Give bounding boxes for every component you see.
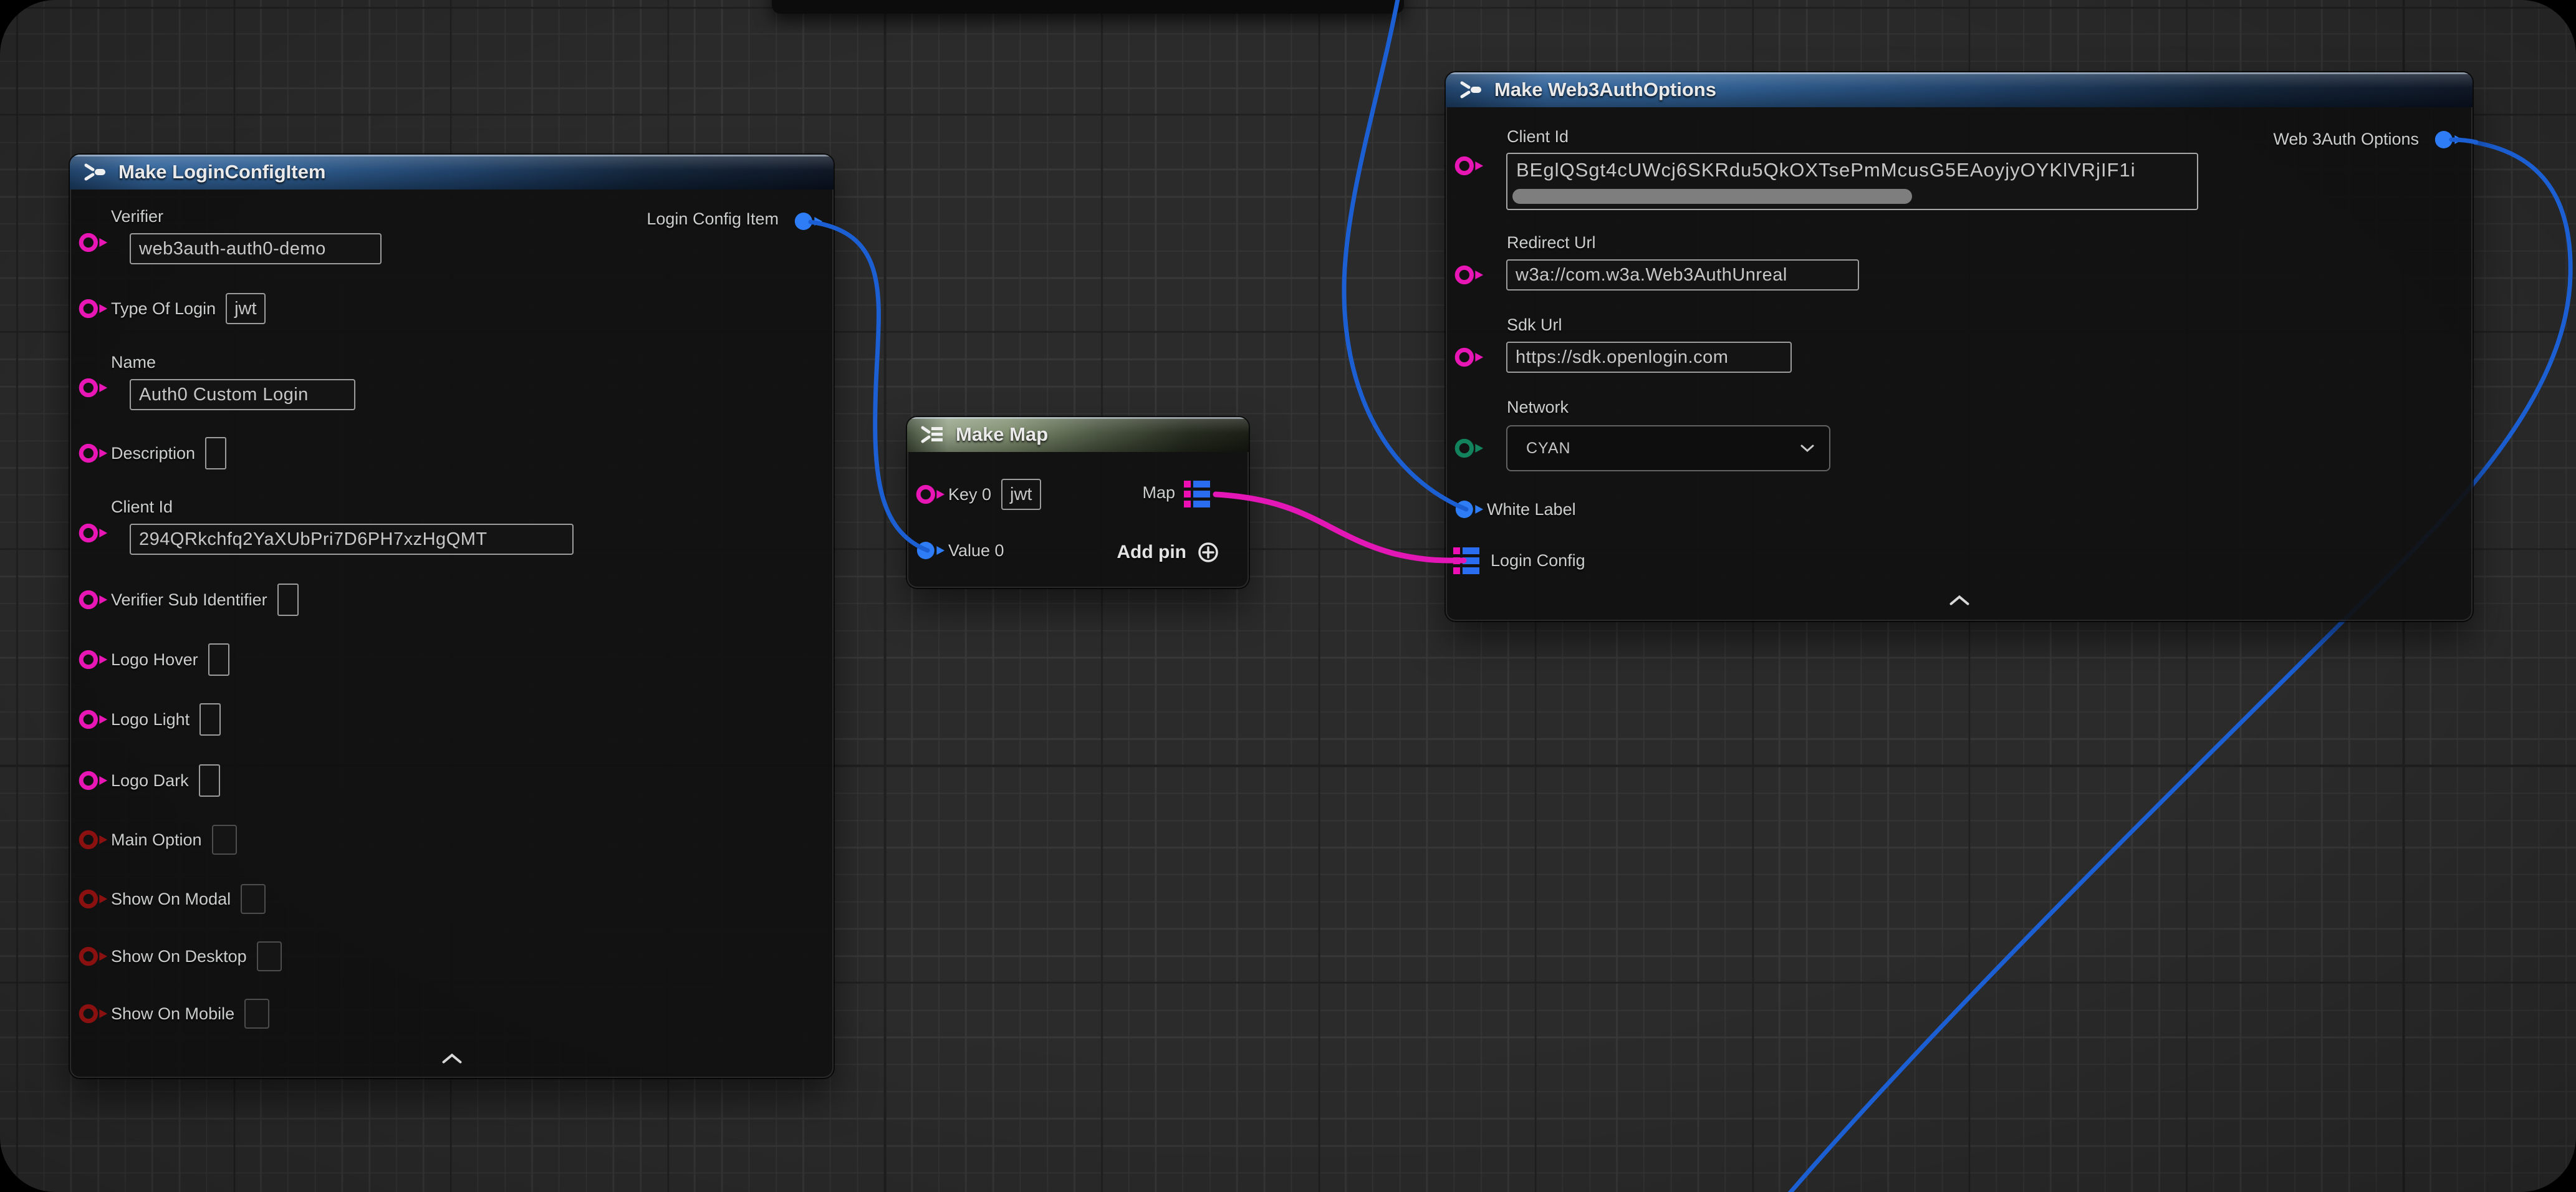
pin-label-sdk-url: Sdk Url xyxy=(1507,315,1562,335)
show-on-modal-checkbox[interactable] xyxy=(241,884,266,914)
string-pin-icon-sdk-url[interactable] xyxy=(1453,344,1486,370)
pin-label-verifier-sub-identifier: Verifier Sub Identifier xyxy=(111,590,267,610)
enum-pin-icon-network[interactable] xyxy=(1453,435,1486,461)
output-pin-label: Login Config Item xyxy=(646,209,779,229)
chevron-down-icon xyxy=(1800,445,1814,452)
pin-label-verifier: Verifier xyxy=(111,207,163,226)
string-pin-icon-type-of-login[interactable] xyxy=(77,296,110,322)
bool-pin-icon-show-on-mobile[interactable] xyxy=(77,1001,110,1027)
string-pin-icon-redirect-url[interactable] xyxy=(1453,262,1486,288)
map-pin-icon-login-config[interactable] xyxy=(1452,546,1483,577)
node-make-map[interactable]: Make Map Key 0 jwt Map Value 0 Add pin xyxy=(907,417,1249,588)
pin-label-show-on-modal: Show On Modal xyxy=(111,890,231,909)
pin-label-login-config: Login Config xyxy=(1491,551,1585,570)
collapse-chevron-icon[interactable] xyxy=(1949,595,1970,606)
verifier-input[interactable]: web3auth-auth0-demo xyxy=(130,233,382,264)
make-struct-icon xyxy=(82,161,107,183)
add-pin-label: Add pin xyxy=(1117,542,1186,563)
struct-pin-icon-value0[interactable] xyxy=(915,537,947,564)
pin-label-type-of-login: Type Of Login xyxy=(111,299,216,319)
node-header-make-map[interactable]: Make Map xyxy=(907,417,1249,452)
pin-label-white-label: White Label xyxy=(1487,500,1576,519)
pin-label-logo-hover: Logo Hover xyxy=(111,650,198,670)
add-pin-button[interactable]: Add pin xyxy=(1117,541,1220,564)
bool-pin-icon-show-on-desktop[interactable] xyxy=(77,943,110,969)
client-id-input[interactable]: 294QRkchfq2YaXUbPri7D6PH7xzHgQMT xyxy=(130,524,574,555)
logo-dark-input[interactable] xyxy=(199,764,220,797)
logo-hover-input[interactable] xyxy=(208,643,229,676)
node-title: Make LoginConfigItem xyxy=(118,161,325,183)
pin-label-logo-light: Logo Light xyxy=(111,710,190,729)
bool-pin-icon-show-on-modal[interactable] xyxy=(77,886,110,912)
graph-canvas[interactable]: Make LoginConfigItem Login Config Item V… xyxy=(0,0,2576,1192)
make-map-icon xyxy=(920,424,944,445)
map-pin-icon-map-out[interactable] xyxy=(1183,479,1214,510)
add-pin-plus-icon xyxy=(1196,541,1220,564)
pin-label-redirect-url: Redirect Url xyxy=(1507,233,1596,252)
string-pin-icon-verifier[interactable] xyxy=(77,229,110,256)
string-pin-icon-client-id[interactable] xyxy=(77,520,110,546)
make-struct-icon xyxy=(1458,79,1483,100)
string-pin-icon-logo-dark[interactable] xyxy=(77,767,110,794)
node-header-make-loginconfigitem[interactable]: Make LoginConfigItem xyxy=(70,155,834,190)
client-id-text: BEglQSgt4cUWcj6SKRdu5QkOXTsePmMcusG5EAoy… xyxy=(1516,159,2192,181)
node-title: Make Map xyxy=(956,423,1048,446)
pin-label-network: Network xyxy=(1507,398,1569,417)
node-header-make-web3authoptions[interactable]: Make Web3AuthOptions xyxy=(1446,72,2473,107)
pin-label-logo-dark: Logo Dark xyxy=(111,771,189,791)
string-pin-icon-client-id[interactable] xyxy=(1453,153,1486,179)
name-input[interactable]: Auth0 Custom Login xyxy=(130,379,355,410)
key0-input[interactable]: jwt xyxy=(1001,479,1040,510)
string-pin-icon-verifier-sub-identifier[interactable] xyxy=(77,587,110,613)
network-dropdown-value: CYAN xyxy=(1526,440,1571,458)
pin-label-value0: Value 0 xyxy=(948,541,1004,560)
output-pin-label: Web 3Auth Options xyxy=(2273,130,2419,149)
verifier-sub-identifier-input[interactable] xyxy=(277,584,299,616)
node-title: Make Web3AuthOptions xyxy=(1494,79,1716,101)
pin-label-client-id: Client Id xyxy=(111,497,173,517)
client-id-scrollbar[interactable] xyxy=(1512,189,1912,204)
pin-label-name: Name xyxy=(111,353,156,372)
string-pin-icon-logo-light[interactable] xyxy=(77,706,110,733)
node-make-loginconfigitem[interactable]: Make LoginConfigItem Login Config Item V… xyxy=(70,155,834,1078)
node-make-web3authoptions[interactable]: Make Web3AuthOptions Web 3Auth Options C… xyxy=(1446,72,2473,621)
string-pin-icon-name[interactable] xyxy=(77,375,110,401)
sdk-url-input[interactable]: https://sdk.openlogin.com xyxy=(1506,342,1792,373)
pin-label-show-on-desktop: Show On Desktop xyxy=(111,947,247,966)
description-input[interactable] xyxy=(205,437,226,469)
bool-pin-icon-main-option[interactable] xyxy=(77,827,110,853)
main-option-checkbox[interactable] xyxy=(212,825,237,855)
pin-label-show-on-mobile: Show On Mobile xyxy=(111,1004,234,1024)
show-on-mobile-checkbox[interactable] xyxy=(244,999,269,1029)
logo-light-input[interactable] xyxy=(199,703,221,736)
type-of-login-input[interactable]: jwt xyxy=(226,293,265,324)
show-on-desktop-checkbox[interactable] xyxy=(257,941,282,971)
client-id-input[interactable]: BEglQSgt4cUWcj6SKRdu5QkOXTsePmMcusG5EAoy… xyxy=(1506,153,2198,210)
pin-label-key0: Key 0 xyxy=(948,485,991,504)
redirect-url-input[interactable]: w3a://com.w3a.Web3AuthUnreal xyxy=(1506,259,1859,291)
struct-pin-icon-login-config-item-out[interactable] xyxy=(792,208,825,234)
network-dropdown[interactable]: CYAN xyxy=(1506,425,1830,471)
struct-pin-icon-web3auth-options-out[interactable] xyxy=(2433,127,2465,153)
pin-label-client-id: Client Id xyxy=(1507,127,1569,147)
string-pin-icon-description[interactable] xyxy=(77,440,110,466)
pin-label-main-option: Main Option xyxy=(111,830,202,850)
output-pin-label-map: Map xyxy=(1142,483,1175,502)
collapse-chevron-icon[interactable] xyxy=(441,1053,463,1064)
pin-label-description: Description xyxy=(111,444,195,463)
string-pin-icon-logo-hover[interactable] xyxy=(77,646,110,673)
struct-pin-icon-white-label[interactable] xyxy=(1453,496,1486,522)
string-pin-icon-key0[interactable] xyxy=(915,481,947,507)
